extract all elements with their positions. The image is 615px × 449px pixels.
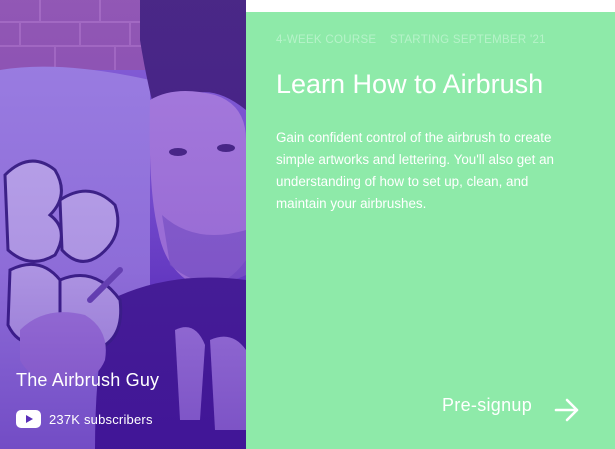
presignup-button[interactable]: Pre-signup xyxy=(442,388,580,422)
creator-photo-panel: The Airbrush Guy 237K subscribers xyxy=(0,0,246,449)
course-start-date: STARTING SEPTEMBER '21 xyxy=(389,34,546,46)
course-meta: 4-WEEK COURSE STARTING SEPTEMBER '21 xyxy=(276,34,546,46)
course-card[interactable]: The Airbrush Guy 237K subscribers 4-WEEK… xyxy=(0,0,615,449)
course-title: Learn How to Airbrush xyxy=(276,69,544,99)
youtube-icon xyxy=(16,410,41,428)
creator-name[interactable]: The Airbrush Guy xyxy=(16,370,159,391)
arrow-right-icon xyxy=(554,398,580,422)
subscriber-count: 237K subscribers xyxy=(49,411,153,427)
subscriber-info: 237K subscribers xyxy=(16,410,153,428)
course-duration: 4-WEEK COURSE xyxy=(276,34,377,46)
course-description: Gain confident control of the airbrush t… xyxy=(276,130,554,211)
presignup-label: Pre-signup xyxy=(442,394,533,415)
course-info-panel: 4-WEEK COURSE STARTING SEPTEMBER '21 Lea… xyxy=(246,12,615,449)
